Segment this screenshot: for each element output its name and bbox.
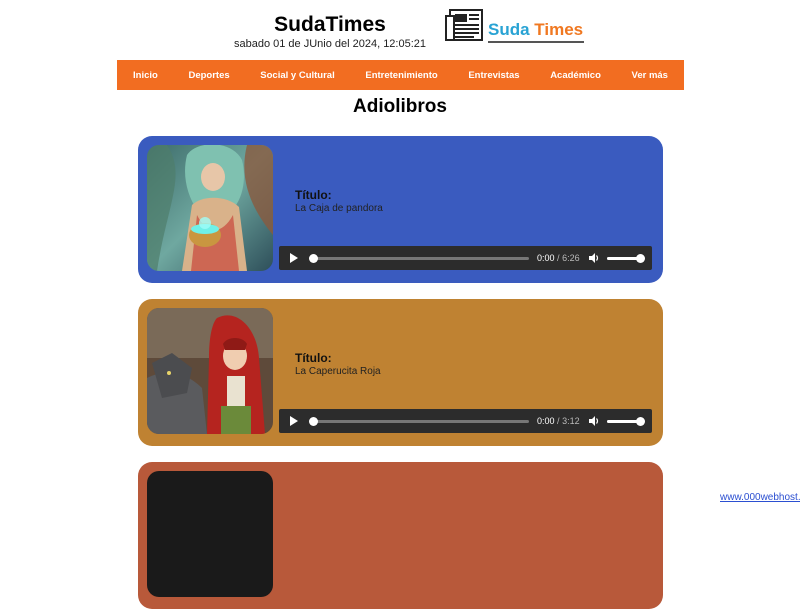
main-nav: Inicio Deportes Social y Cultural Entret… xyxy=(117,60,684,90)
page-title: Adiolibros xyxy=(353,96,447,117)
time-display: 0:00 / 3:12 xyxy=(537,416,580,426)
current-time: 0:00 xyxy=(537,253,555,263)
logo-word-suda: Suda xyxy=(488,20,530,39)
audiobook-card: Título: La Caja de pandora 0:00 / 6:26 xyxy=(138,136,663,283)
progress-bar[interactable] xyxy=(309,254,529,263)
progress-handle[interactable] xyxy=(309,417,318,426)
book-title: La Caja de pandora xyxy=(295,203,383,214)
progress-bar[interactable] xyxy=(309,417,529,426)
time-separator: / xyxy=(557,253,560,263)
audio-player: 0:00 / 3:12 xyxy=(279,409,652,433)
title-label: Título: xyxy=(295,351,332,365)
nav-item-ver-mas[interactable]: Ver más xyxy=(632,70,668,81)
total-time: 3:12 xyxy=(562,416,580,426)
audiobook-card xyxy=(138,462,663,609)
current-time: 0:00 xyxy=(537,416,555,426)
site-logo[interactable]: Suda Times xyxy=(444,8,586,48)
time-display: 0:00 / 6:26 xyxy=(537,253,580,263)
time-separator: / xyxy=(557,416,560,426)
title-label: Título: xyxy=(295,188,332,202)
volume-icon[interactable] xyxy=(588,252,600,264)
nav-item-inicio[interactable]: Inicio xyxy=(133,70,158,81)
play-icon[interactable] xyxy=(290,416,298,426)
play-icon[interactable] xyxy=(290,253,298,263)
volume-icon[interactable] xyxy=(588,415,600,427)
book-cover-image xyxy=(147,471,273,597)
nav-item-entretenimiento[interactable]: Entretenimiento xyxy=(365,70,437,81)
volume-slider[interactable] xyxy=(607,417,645,426)
book-title: La Caperucita Roja xyxy=(295,366,381,377)
footer-host-link[interactable]: www.000webhost.com xyxy=(720,492,800,503)
nav-item-academico[interactable]: Académico xyxy=(550,70,601,81)
audiobook-card: Título: La Caperucita Roja 0:00 / 3:12 xyxy=(138,299,663,446)
volume-handle[interactable] xyxy=(636,254,645,263)
newspaper-icon xyxy=(445,9,483,41)
audio-player: 0:00 / 6:26 xyxy=(279,246,652,270)
logo-underline xyxy=(488,41,584,43)
progress-handle[interactable] xyxy=(309,254,318,263)
book-cover-image xyxy=(147,145,273,271)
total-time: 6:26 xyxy=(562,253,580,263)
logo-word-times: Times xyxy=(529,20,584,39)
nav-item-social-cultural[interactable]: Social y Cultural xyxy=(260,70,334,81)
logo-text: Suda Times xyxy=(488,20,583,40)
volume-slider[interactable] xyxy=(607,254,645,263)
nav-item-entrevistas[interactable]: Entrevistas xyxy=(468,70,519,81)
site-date: sabado 01 de JUnio del 2024, 12:05:21 xyxy=(233,38,427,50)
site-header: SudaTimes sabado 01 de JUnio del 2024, 1… xyxy=(0,0,800,60)
site-title: SudaTimes xyxy=(274,13,386,36)
volume-handle[interactable] xyxy=(636,417,645,426)
nav-item-deportes[interactable]: Deportes xyxy=(188,70,229,81)
book-cover-image xyxy=(147,308,273,434)
